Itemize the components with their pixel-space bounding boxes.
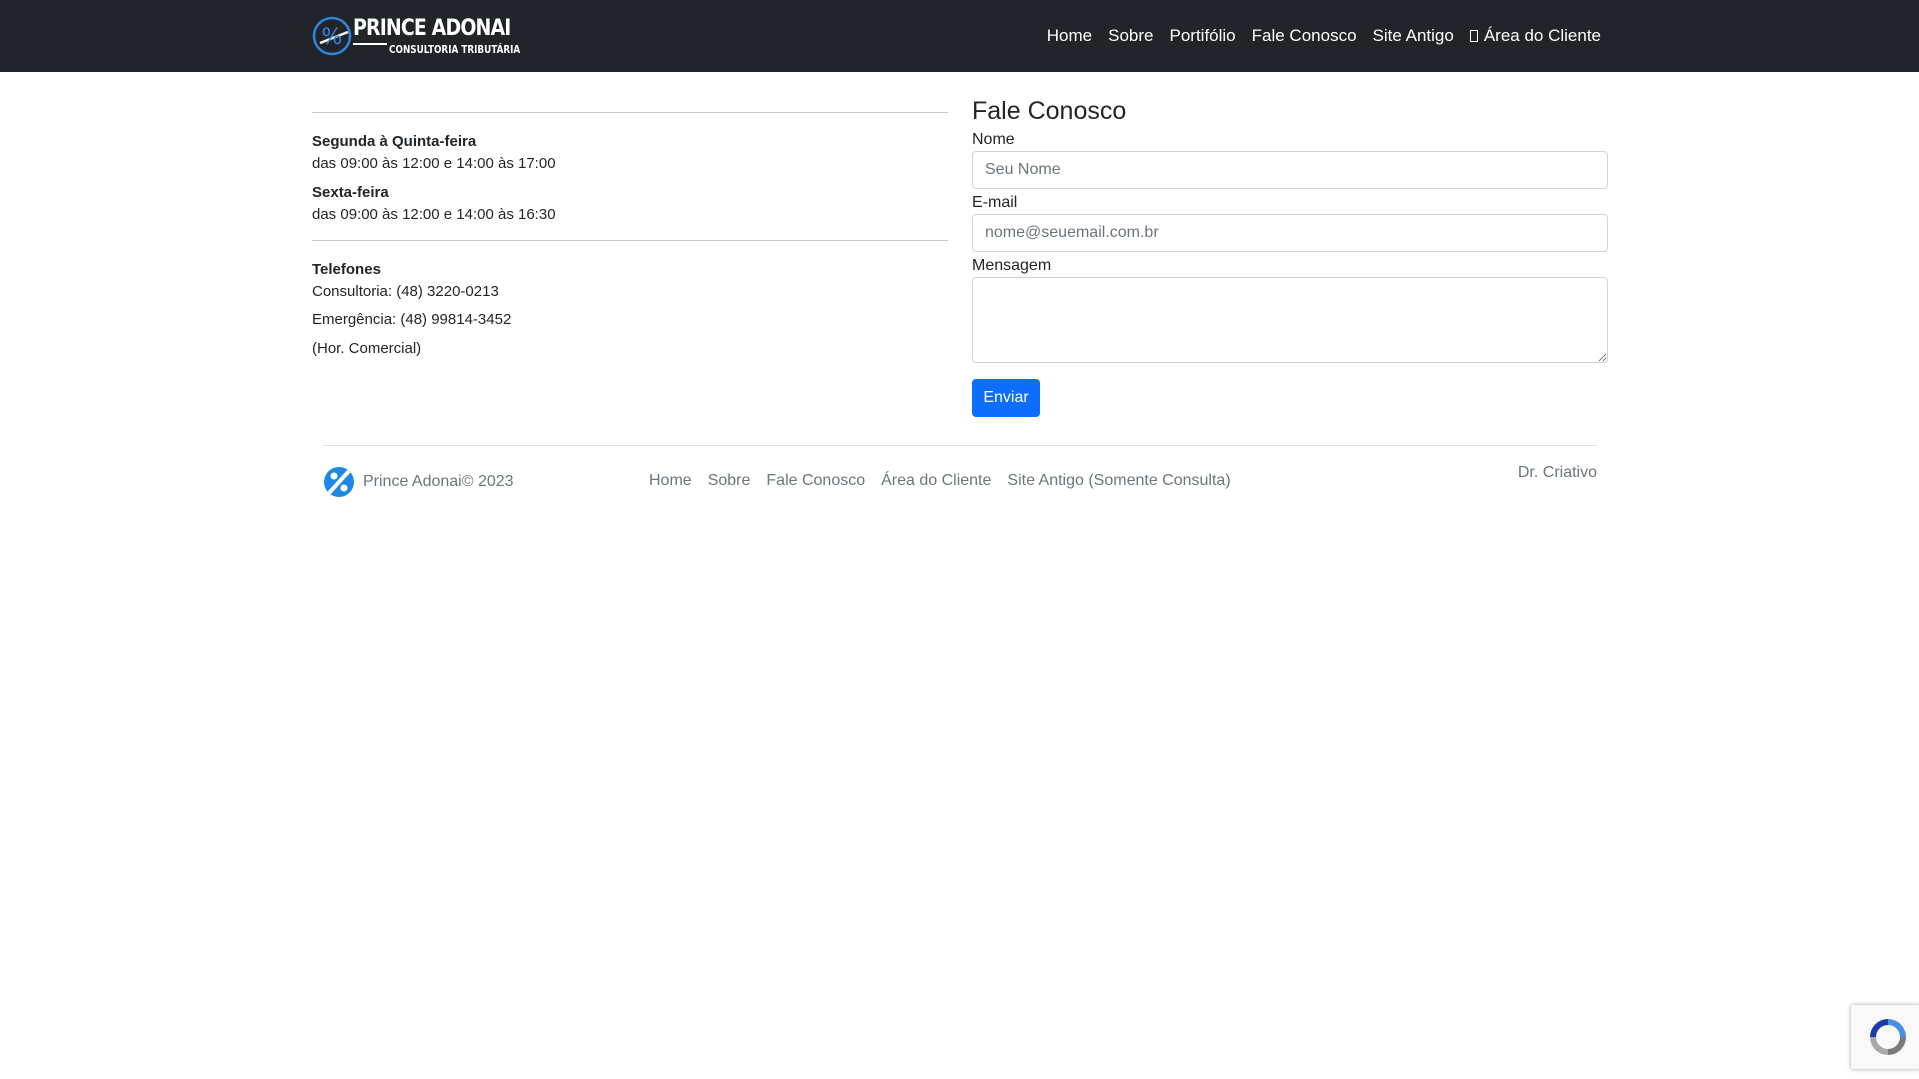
brand-subtitle: CONSULTORIA TRIBUTÁRIA xyxy=(389,43,521,56)
brand-divider xyxy=(353,43,387,45)
user-box-icon xyxy=(1469,30,1478,42)
schedule-day: Sexta-feira xyxy=(312,184,389,201)
nav-fale-conosco[interactable]: Fale Conosco xyxy=(1252,26,1357,46)
footer-brand: Prince Adonai© 2023 xyxy=(323,466,514,498)
main-nav: Home Sobre Portifólio Fale Conosco Site … xyxy=(1047,0,1601,72)
name-input[interactable] xyxy=(972,151,1608,189)
percent-logo-icon xyxy=(324,467,354,497)
nav-home[interactable]: Home xyxy=(1047,26,1092,46)
schedule-hours: das 09:00 às 12:00 e 14:00 às 17:00 xyxy=(312,155,556,172)
recaptcha-badge[interactable] xyxy=(1851,1005,1919,1069)
nav-area-do-cliente-label: Área do Cliente xyxy=(1483,26,1601,45)
phones-note: (Hor. Comercial) xyxy=(312,340,422,357)
phone-emergencia: Emergência: (48) 99814-3452 xyxy=(312,311,512,328)
email-input[interactable] xyxy=(972,214,1608,252)
svg-text:%: % xyxy=(322,25,343,50)
name-label: Nome xyxy=(972,131,1015,148)
footer-link-sobre[interactable]: Sobre xyxy=(708,472,751,490)
nav-sobre[interactable]: Sobre xyxy=(1108,26,1153,46)
phones-title: Telefones xyxy=(312,261,381,278)
message-textarea[interactable] xyxy=(972,277,1608,363)
nav-portifolio[interactable]: Portifólio xyxy=(1170,26,1236,46)
nav-area-do-cliente[interactable]: Área do Cliente xyxy=(1469,26,1601,46)
footer-link-site-antigo[interactable]: Site Antigo (Somente Consulta) xyxy=(1007,472,1230,490)
footer: Prince Adonai© 2023 Home Sobre Fale Cono… xyxy=(323,445,1597,505)
footer-copyright: Prince Adonai© 2023 xyxy=(363,473,514,490)
contact-info: Segunda à Quinta-feira das 09:00 às 12:0… xyxy=(312,110,948,360)
footer-credit-link[interactable]: Dr. Criativo xyxy=(1518,464,1597,482)
email-label: E-mail xyxy=(972,194,1018,211)
footer-link-home[interactable]: Home xyxy=(649,472,692,490)
form-title: Fale Conosco xyxy=(972,97,1127,125)
percent-circle-icon: % xyxy=(312,16,352,56)
phone-consultoria: Consultoria: (48) 3220-0213 xyxy=(312,283,499,300)
schedule-day: Segunda à Quinta-feira xyxy=(312,133,477,150)
contact-form: Fale Conosco Nome E-mail Mensagem Enviar xyxy=(972,95,1608,417)
recaptcha-icon xyxy=(1870,1019,1906,1055)
brand-title: PRINCE ADONAI xyxy=(353,16,511,41)
brand-logo-link[interactable]: % PRINCE ADONAI CONSULTORIA TRIBUTÁRIA xyxy=(312,12,520,60)
footer-link-area-do-cliente[interactable]: Área do Cliente xyxy=(881,472,991,490)
nav-site-antigo[interactable]: Site Antigo xyxy=(1373,26,1454,46)
schedule-hours: das 09:00 às 12:00 e 14:00 às 16:30 xyxy=(312,206,556,223)
submit-button[interactable]: Enviar xyxy=(972,379,1040,417)
footer-nav: Home Sobre Fale Conosco Área do Cliente … xyxy=(649,472,1231,490)
footer-link-fale-conosco[interactable]: Fale Conosco xyxy=(766,472,865,490)
navbar: % PRINCE ADONAI CONSULTORIA TRIBUTÁRIA H… xyxy=(0,0,1919,72)
message-label: Mensagem xyxy=(972,257,1052,274)
